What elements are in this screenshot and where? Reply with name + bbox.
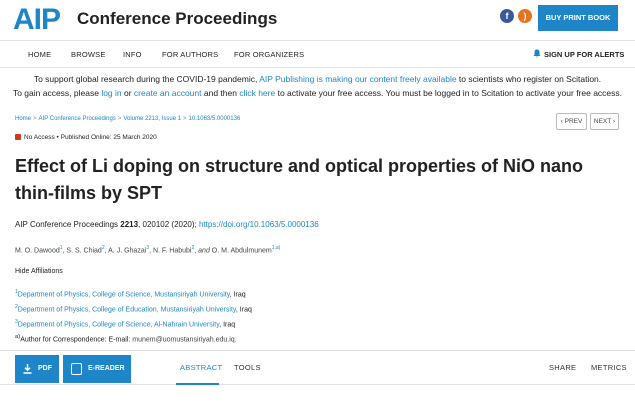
bell-icon — [533, 49, 541, 58]
author-name[interactable]: A. J. Ghazai — [108, 247, 146, 254]
nav-for-authors[interactable]: FOR AUTHORS — [162, 50, 218, 59]
covid-notice-line-2: To gain access, please log in or create … — [0, 88, 635, 98]
sign-up-alerts-label: SIGN UP FOR ALERTS — [544, 50, 625, 59]
e-reader-label: E-READER — [88, 365, 125, 372]
nav-for-organizers[interactable]: FOR ORGANIZERS — [234, 50, 304, 59]
e-reader-icon — [71, 363, 82, 375]
affiliation-country: , Iraq — [229, 291, 246, 299]
citation-journal: AIP Conference Proceedings — [15, 220, 121, 229]
click-here-link[interactable]: click here — [239, 88, 275, 98]
tab-tools[interactable]: TOOLS — [234, 363, 261, 372]
tab-abstract[interactable]: ABSTRACT — [180, 363, 222, 372]
active-tab-indicator — [176, 383, 219, 385]
breadcrumb-home[interactable]: Home — [15, 116, 31, 122]
author-name[interactable]: N. F. Habubi — [153, 247, 192, 254]
no-access-label: No Access — [24, 134, 55, 141]
author-name[interactable]: O. M. Abdulmunem — [212, 247, 272, 254]
breadcrumb-separator: > — [33, 116, 37, 122]
download-icon — [23, 364, 32, 374]
citation-volume: 2213 — [120, 220, 139, 229]
authors-and: and — [198, 247, 210, 255]
covid-notice-line-1: To support global research during the CO… — [0, 74, 635, 84]
correspondence: a)Author for Correspondence: E-mail: mun… — [15, 334, 237, 343]
breadcrumb: Home > AIP Conference Proceedings > Volume 2… — [15, 116, 240, 122]
breadcrumb-separator: > — [117, 116, 122, 122]
notice-text: to scientists who register on Scitation. — [456, 74, 602, 84]
author-affiliation-sup: 3 — [146, 245, 150, 251]
author-list: M. O. Dawood1, S. S. Chiad2, A. J. Ghaza… — [15, 245, 281, 255]
affiliation-item: 2Department of Physics, College of Educa… — [15, 304, 252, 313]
author-name[interactable]: M. O. Dawood — [15, 247, 60, 254]
aip-logo[interactable]: AIP — [13, 3, 61, 37]
affiliation-department[interactable]: Department of Physics, College of Educat… — [18, 306, 236, 313]
breadcrumb-doi[interactable]: 10.1063/5.0000136 — [189, 116, 241, 122]
sign-up-alerts-link[interactable]: SIGN UP FOR ALERTS — [533, 49, 624, 59]
lock-icon — [15, 134, 21, 140]
affiliation-country: , Iraq — [219, 321, 236, 329]
doi-link[interactable]: https://doi.org/10.1063/5.0000136 — [199, 220, 319, 229]
free-content-link[interactable]: AIP Publishing is making our content fre… — [259, 74, 456, 84]
facebook-icon[interactable]: f — [500, 9, 514, 23]
breadcrumb-volume[interactable]: Volume 2213, Issue 1 — [123, 116, 181, 122]
published-date: Published Online: 25 March 2020 — [60, 134, 157, 141]
access-status: No Access • Published Online: 25 March 2… — [15, 134, 157, 141]
rss-icon[interactable]: ) — [518, 9, 532, 23]
author-affiliation-sup: 2 — [101, 245, 105, 251]
affiliation-item: 3Department of Physics, College of Scien… — [15, 319, 235, 328]
pdf-button[interactable]: PDF — [15, 355, 59, 383]
share-button[interactable]: SHARE — [549, 363, 576, 372]
citation-pages: , 020102 (2020); — [138, 220, 199, 229]
notice-text: or — [121, 88, 134, 98]
nav-home[interactable]: HOME — [28, 50, 51, 59]
next-button[interactable]: NEXT › — [590, 113, 619, 130]
site-title[interactable]: Conference Proceedings — [77, 9, 277, 29]
correspondence-email[interactable]: munem@uomustansiriyah.edu.iq. — [132, 336, 236, 343]
affiliation-department[interactable]: Department of Physics, College of Scienc… — [18, 321, 219, 328]
buy-print-book-button[interactable]: BUY PRINT BOOK — [538, 5, 618, 31]
log-in-link[interactable]: log in — [101, 88, 121, 98]
breadcrumb-proceedings[interactable]: AIP Conference Proceedings — [39, 116, 116, 122]
e-reader-button[interactable]: E-READER — [63, 355, 131, 383]
site-header: AIP Conference Proceedings f ) BUY PRINT… — [0, 0, 635, 40]
author-name[interactable]: S. S. Chiad — [66, 247, 101, 254]
nav-info[interactable]: INFO — [123, 50, 142, 59]
author-affiliation-sup: 2 — [191, 245, 195, 251]
metrics-button[interactable]: METRICS — [591, 363, 627, 372]
affiliation-department[interactable]: Department of Physics, College of Scienc… — [18, 291, 230, 298]
notice-text: To gain access, please — [12, 88, 102, 98]
affiliation-item: 1Department of Physics, College of Scien… — [15, 289, 246, 298]
hide-affiliations-toggle[interactable]: Hide Affiliations — [15, 268, 63, 275]
correspondence-label: Author for Correspondence: E-mail: — [20, 336, 133, 344]
article-tools-bar: PDF E-READER ABSTRACT TOOLS SHARE METRIC… — [0, 350, 635, 385]
nav-browse[interactable]: BROWSE — [71, 50, 106, 59]
affiliation-country: , Iraq — [235, 306, 252, 314]
citation: AIP Conference Proceedings 2213, 020102 … — [15, 220, 319, 229]
notice-text: to activate your free access. You must b… — [275, 88, 623, 98]
author-affiliation-sup: 1 — [59, 245, 63, 251]
breadcrumb-separator: > — [183, 116, 187, 122]
pdf-label: PDF — [38, 365, 52, 372]
notice-text: and then — [201, 88, 240, 98]
notice-text: To support global research during the CO… — [33, 74, 260, 84]
author-affiliation-sup: 1,a) — [271, 245, 281, 251]
article-title: Effect of Li doping on structure and opt… — [15, 156, 584, 203]
create-account-link[interactable]: create an account — [134, 88, 202, 98]
main-nav: HOME BROWSE INFO FOR AUTHORS FOR ORGANIZ… — [0, 40, 635, 68]
prev-button[interactable]: ‹ PREV — [556, 113, 587, 130]
